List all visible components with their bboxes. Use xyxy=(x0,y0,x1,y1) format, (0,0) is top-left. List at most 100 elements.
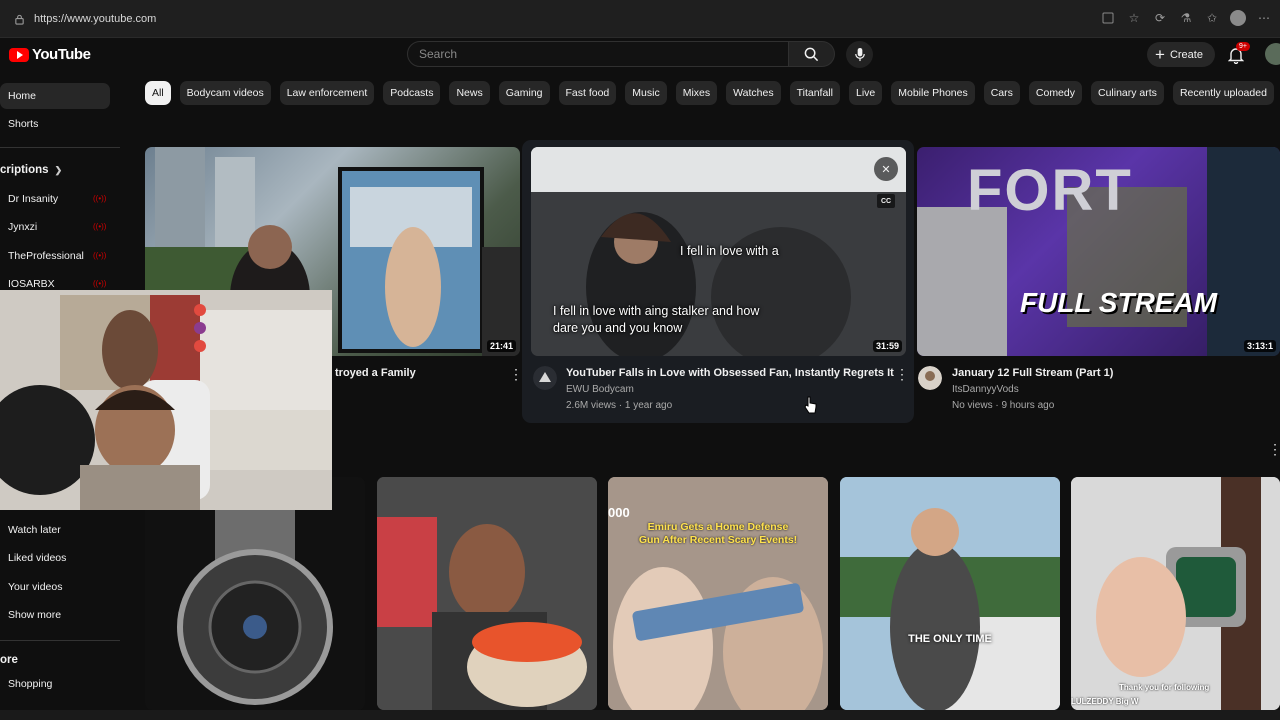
sidebar-item-dr-insanity[interactable]: Dr Insanity ((•)) xyxy=(0,186,110,212)
plus-icon: + xyxy=(1155,45,1165,64)
sidebar-item-your-videos[interactable]: Your videos xyxy=(0,574,110,600)
video-duration: 21:41 xyxy=(486,340,516,352)
short-overlay-text: Emiru Gets a Home Defense xyxy=(647,521,789,533)
short-thumbnail[interactable]: Thank you for following LULZEDDY Big W xyxy=(1071,477,1280,710)
youtube-play-icon xyxy=(9,47,29,62)
chip-culinary-arts[interactable]: Culinary arts xyxy=(1091,81,1164,105)
sidebar-divider xyxy=(0,640,120,641)
subscriptions-label: criptions xyxy=(0,164,49,176)
more-actions-icon[interactable]: ⋮ xyxy=(1268,442,1280,456)
short-thumbnail[interactable] xyxy=(145,477,365,710)
explore-label: ore xyxy=(0,654,18,666)
url-text[interactable]: https://www.youtube.com xyxy=(34,13,156,25)
sidebar-item-label: Your videos xyxy=(8,581,63,593)
channel-avatar[interactable] xyxy=(533,366,557,390)
favorites-icon[interactable]: ✩ xyxy=(1204,10,1220,26)
youtube-logo[interactable]: YouTube xyxy=(9,46,91,63)
refresh-icon[interactable]: ⟳ xyxy=(1152,10,1168,26)
sidebar-item-shopping[interactable]: Shopping xyxy=(0,671,110,697)
chip-comedy[interactable]: Comedy xyxy=(1028,81,1082,105)
thumbnail-image xyxy=(840,477,1060,710)
video-stats: 2.6M views · 1 year ago xyxy=(566,400,673,411)
sidebar-item-label: TheProfessional xyxy=(8,250,84,262)
sidebar-item-home[interactable]: Home xyxy=(0,83,110,109)
sidebar-item-jynxzi[interactable]: Jynxzi ((•)) xyxy=(0,214,110,240)
search-icon xyxy=(804,47,819,61)
sidebar-item-show-more[interactable]: Show more xyxy=(0,602,110,628)
account-avatar[interactable] xyxy=(1265,43,1280,65)
webcam-image xyxy=(0,290,332,510)
caption-line: dare you and you know xyxy=(553,321,683,335)
filter-chips: All Bodycam videos Law enforcement Podca… xyxy=(145,81,1274,105)
closed-captions-icon[interactable]: CC xyxy=(877,194,895,208)
short-overlay-text: LULZEDDY Big W xyxy=(1071,697,1139,706)
short-thumbnail[interactable] xyxy=(377,477,597,710)
more-icon[interactable]: ⋯ xyxy=(1256,10,1272,26)
chip-mobile-phones[interactable]: Mobile Phones xyxy=(891,81,975,105)
live-icon: ((•)) xyxy=(93,251,107,260)
search-input[interactable] xyxy=(419,47,788,61)
chevron-right-icon: ❯ xyxy=(54,164,63,175)
chip-cars[interactable]: Cars xyxy=(983,81,1020,105)
sidebar-divider xyxy=(0,147,120,148)
sidebar-item-shorts[interactable]: Shorts xyxy=(0,111,110,137)
chip-watches[interactable]: Watches xyxy=(726,81,781,105)
chip-bodycam-videos[interactable]: Bodycam videos xyxy=(179,81,271,105)
thumbnail-image xyxy=(608,477,828,710)
thumbnail-text: FORT xyxy=(967,158,1133,223)
channel-name[interactable]: EWU Bodycam xyxy=(566,384,634,395)
sidebar-item-liked-videos[interactable]: Liked videos xyxy=(0,545,110,571)
create-button[interactable]: + Create xyxy=(1147,42,1215,67)
short-overlay-text: Thank you for following xyxy=(1119,683,1210,692)
chip-live[interactable]: Live xyxy=(848,81,883,105)
video-title[interactable]: YouTuber Falls in Love with Obsessed Fan… xyxy=(566,367,894,379)
watch-image xyxy=(177,507,333,705)
video-title[interactable]: troyed a Family xyxy=(335,367,416,379)
search-box[interactable] xyxy=(407,41,789,67)
short-overlay-text: Gun After Recent Scary Events! xyxy=(638,534,798,546)
more-actions-icon[interactable]: ⋮ xyxy=(509,367,523,381)
sidebar-item-watch-later[interactable]: Watch later xyxy=(0,517,110,543)
video-title[interactable]: January 12 Full Stream (Part 1) xyxy=(952,367,1113,379)
masthead: YouTube + Create 9+ xyxy=(0,38,1280,70)
sidebar-item-label: Home xyxy=(8,90,37,102)
caption-line: I fell in love with aing stalker and how xyxy=(553,304,760,318)
chip-recently-uploaded[interactable]: Recently uploaded xyxy=(1172,81,1274,105)
microphone-icon xyxy=(854,47,865,62)
lock-icon[interactable] xyxy=(12,12,26,26)
channel-name[interactable]: ItsDannyyVods xyxy=(952,384,1019,395)
chip-law-enforcement[interactable]: Law enforcement xyxy=(279,81,375,105)
extensions-icon[interactable] xyxy=(1100,10,1116,26)
sidebar-item-theprofessional[interactable]: TheProfessional ((•)) xyxy=(0,243,110,269)
video-thumbnail[interactable]: ✕ CC I fell in love with a I fell in lov… xyxy=(531,147,906,356)
chip-gaming[interactable]: Gaming xyxy=(498,81,550,105)
chip-news[interactable]: News xyxy=(449,81,490,105)
chip-titanfall[interactable]: Titanfall xyxy=(789,81,840,105)
channel-avatar[interactable] xyxy=(918,366,942,390)
chip-mixes[interactable]: Mixes xyxy=(675,81,718,105)
search-button[interactable] xyxy=(789,41,835,67)
live-icon: ((•)) xyxy=(93,222,107,231)
chip-fast-food[interactable]: Fast food xyxy=(558,81,617,105)
mute-icon[interactable]: ✕ xyxy=(874,157,898,181)
sidebar-item-label: Shorts xyxy=(8,118,39,130)
short-thumbnail[interactable]: THE ONLY TIME xyxy=(840,477,1060,710)
sidebar-item-label: Liked videos xyxy=(8,552,67,564)
bottom-strip xyxy=(0,710,1280,720)
short-thumbnail[interactable]: 000 Emiru Gets a Home Defense Gun After … xyxy=(608,477,828,710)
short-corner-text: 000 xyxy=(608,505,630,520)
chip-podcasts[interactable]: Podcasts xyxy=(383,81,441,105)
beaker-icon[interactable]: ⚗ xyxy=(1178,10,1194,26)
more-actions-icon[interactable]: ⋮ xyxy=(895,367,909,381)
explore-heading: ore xyxy=(0,654,18,666)
star-icon[interactable]: ☆ xyxy=(1126,10,1142,26)
address-bar[interactable]: https://www.youtube.com xyxy=(8,9,1078,29)
mouse-cursor-icon xyxy=(804,396,817,414)
profile-avatar[interactable] xyxy=(1230,10,1246,26)
voice-search-button[interactable] xyxy=(846,41,873,68)
chip-music[interactable]: Music xyxy=(625,81,667,105)
subscriptions-heading[interactable]: criptions ❯ xyxy=(0,164,62,176)
chip-all[interactable]: All xyxy=(145,81,171,105)
video-thumbnail[interactable]: FORT FULL STREAM 3:13:1 xyxy=(917,147,1280,356)
sidebar-item-label: Show more xyxy=(8,609,62,621)
